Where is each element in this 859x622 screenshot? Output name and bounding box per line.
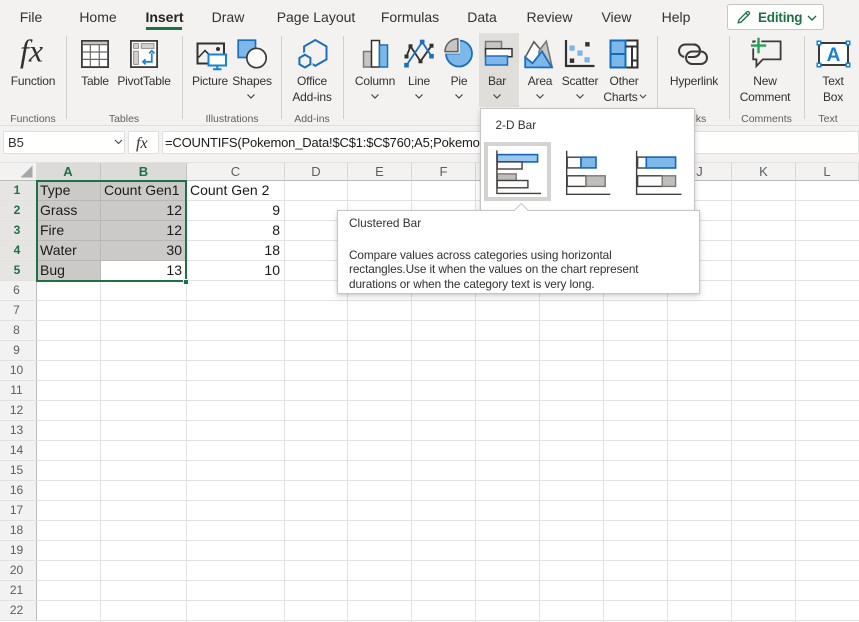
svg-text:fx: fx xyxy=(136,135,148,152)
svg-text:A: A xyxy=(827,45,841,66)
svg-text:fx: fx xyxy=(20,33,43,69)
